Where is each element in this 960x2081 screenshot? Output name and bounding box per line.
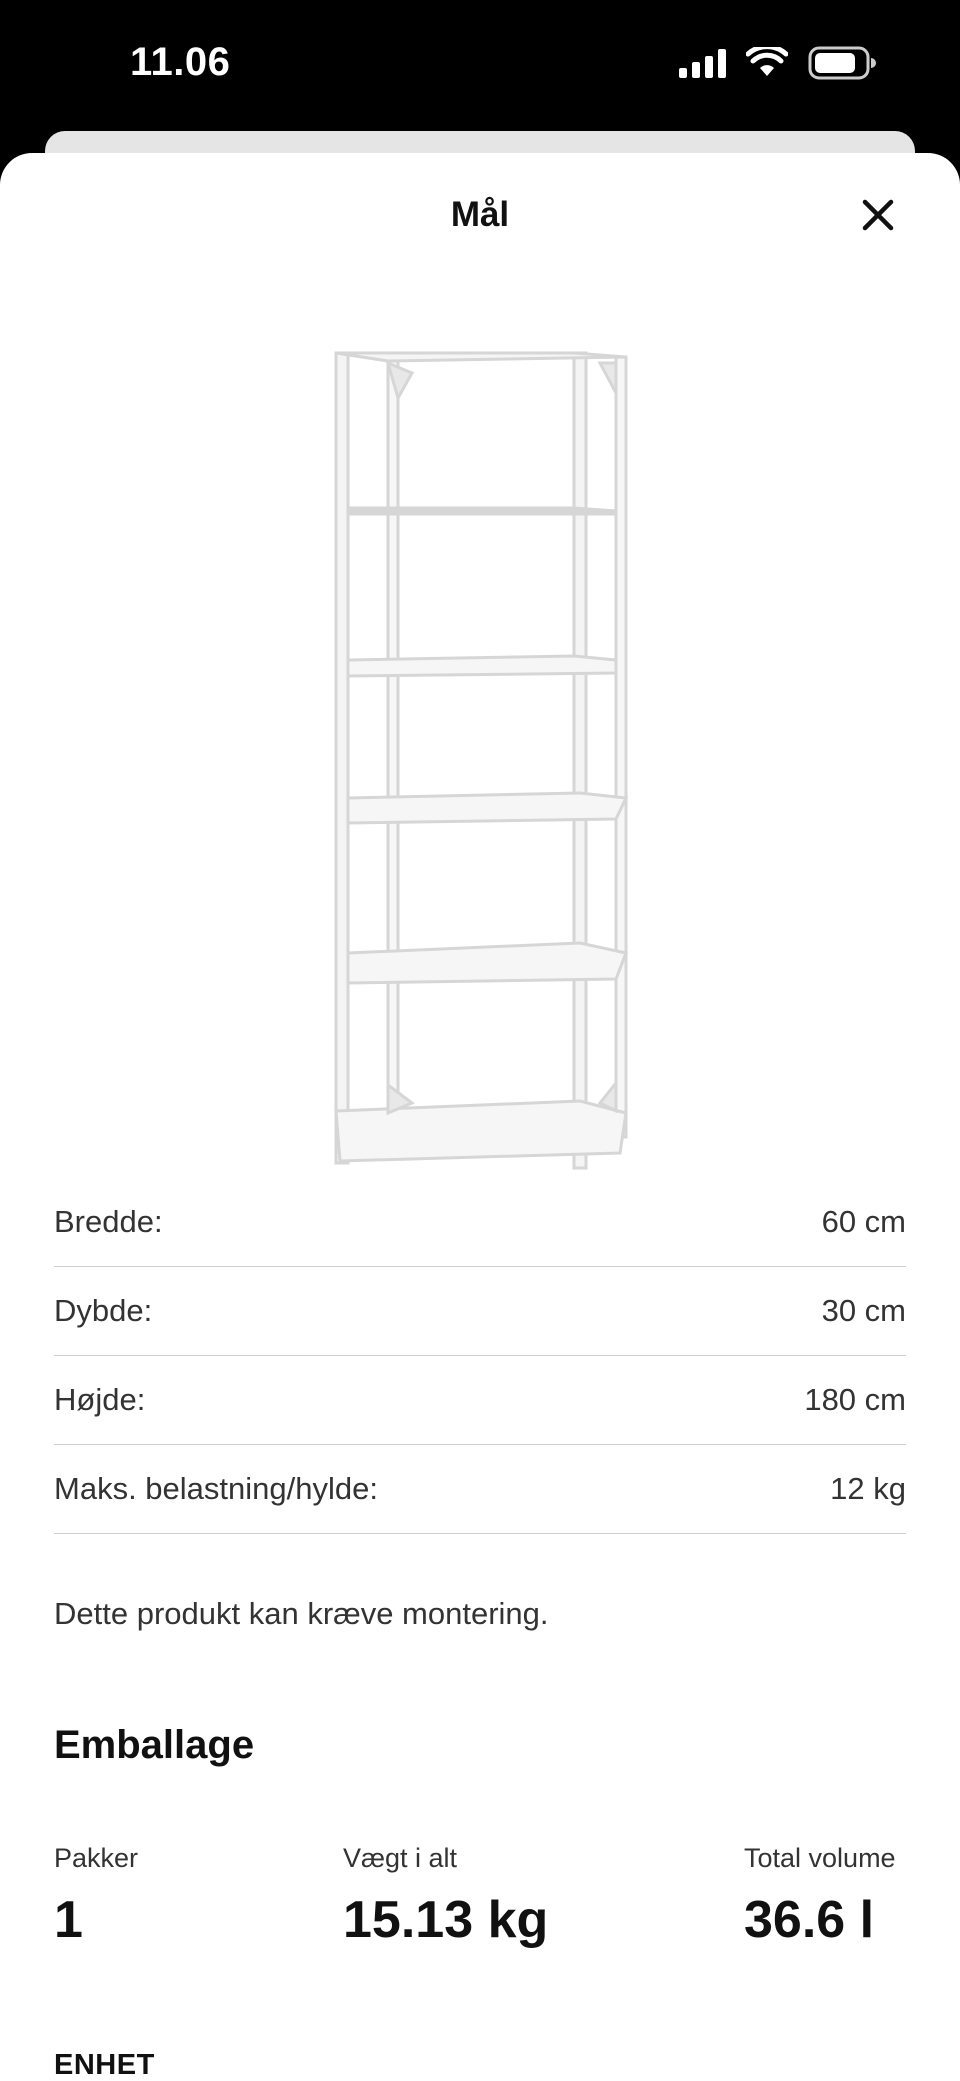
product-image	[334, 351, 629, 1170]
unit-heading: ENHET	[54, 2049, 155, 2081]
stat-label: Pakker	[54, 1843, 139, 1873]
dimension-value: 12 kg	[830, 1471, 906, 1506]
dimension-label: Bredde:	[54, 1204, 163, 1239]
dimension-label: Maks. belastning/hylde:	[54, 1471, 378, 1506]
dimension-row-max-load: Maks. belastning/hylde: 12 kg	[54, 1445, 906, 1534]
dimension-row-width: Bredde: 60 cm	[54, 1178, 906, 1267]
stat-value: 1	[54, 1891, 83, 1949]
status-bar: 11.06	[0, 0, 960, 130]
stat-value: 15.13 kg	[343, 1891, 549, 1949]
status-icons	[679, 46, 876, 80]
packaging-heading: Emballage	[54, 1723, 255, 1767]
battery-icon	[808, 46, 876, 80]
dimension-value: 60 cm	[821, 1204, 906, 1239]
dimension-label: Dybde:	[54, 1293, 153, 1328]
stat-label: Total volume	[744, 1843, 896, 1873]
wifi-icon	[746, 47, 788, 79]
close-icon	[862, 199, 894, 231]
dimension-value: 180 cm	[804, 1382, 906, 1417]
dimension-label: Højde:	[54, 1382, 146, 1417]
dimension-value: 30 cm	[821, 1293, 906, 1328]
dimension-row-height: Højde: 180 cm	[54, 1356, 906, 1445]
packages-stat: Pakker 1	[54, 1843, 138, 1950]
volume-stat: Total volume 36.6 l	[744, 1843, 896, 1950]
weight-stat: Vægt i alt 15.13 kg	[343, 1843, 548, 1950]
close-button[interactable]	[856, 193, 900, 237]
dimension-row-depth: Dybde: 30 cm	[54, 1267, 906, 1356]
dimensions-sheet: Mål Bredde: 60 cm Dybde: 30 cm Højde: 18…	[0, 153, 960, 2081]
stat-label: Vægt i alt	[343, 1843, 458, 1873]
assembly-note: Dette produkt kan kræve montering.	[54, 1596, 549, 1631]
dimensions-list: Bredde: 60 cm Dybde: 30 cm Højde: 180 cm…	[54, 1178, 906, 1534]
status-time: 11.06	[130, 40, 231, 84]
stat-value: 36.6 l	[744, 1891, 875, 1949]
sheet-title: Mål	[450, 195, 510, 234]
cellular-signal-icon	[679, 48, 726, 78]
